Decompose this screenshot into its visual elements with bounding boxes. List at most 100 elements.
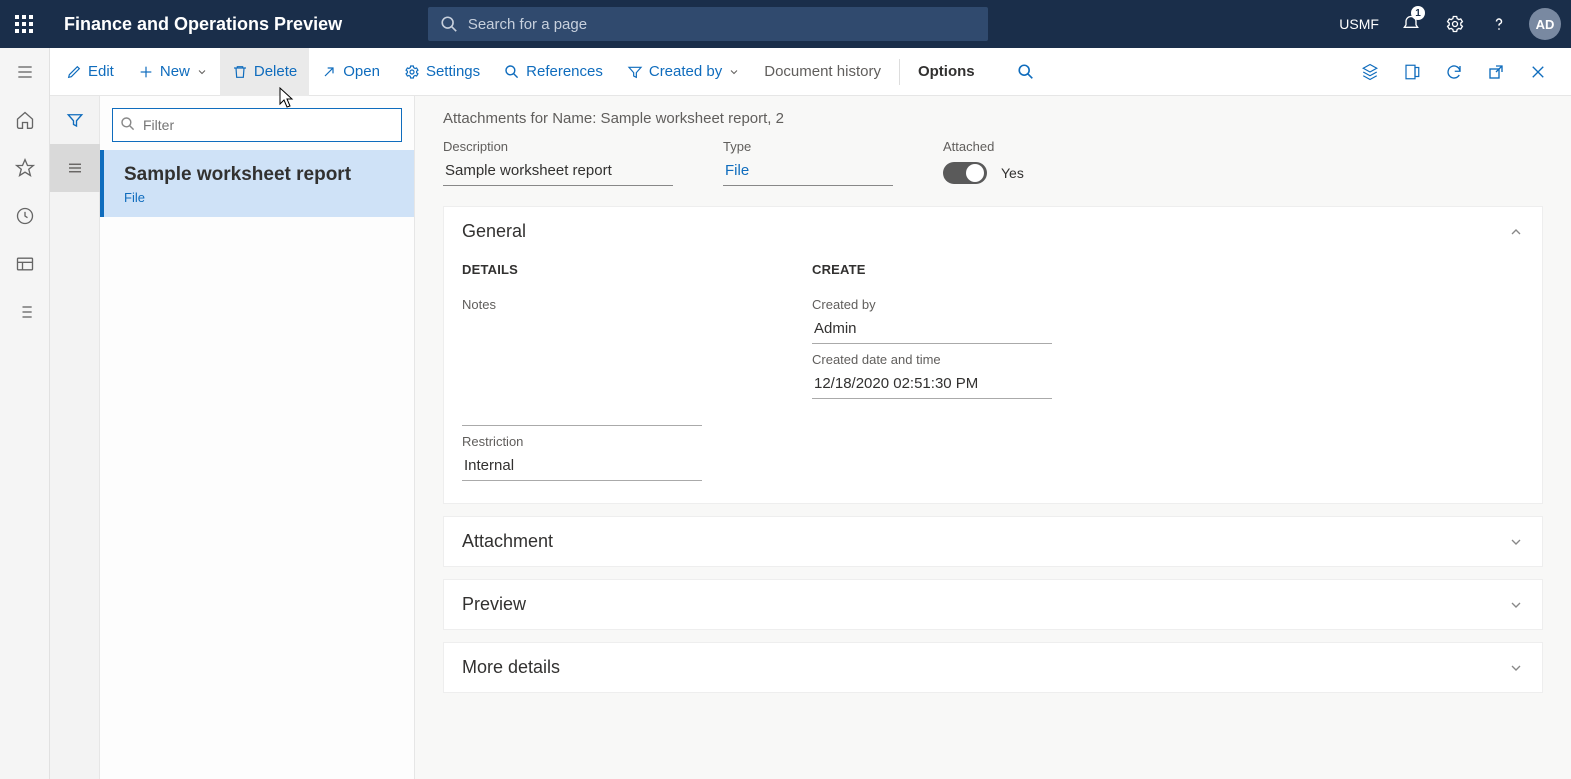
create-column: CREATE Created by Admin Created date and… — [812, 262, 1052, 481]
delete-label: Delete — [254, 63, 297, 80]
create-heading: CREATE — [812, 262, 1052, 277]
new-label: New — [160, 63, 190, 80]
created-dt-value: 12/18/2020 02:51:30 PM — [812, 371, 1052, 399]
description-label: Description — [443, 139, 673, 154]
details-heading: DETAILS — [462, 262, 702, 277]
filter-icon — [627, 64, 643, 80]
close-button[interactable] — [1519, 48, 1557, 96]
open-arrow-icon — [321, 64, 337, 80]
actionbar-right — [1351, 48, 1567, 96]
options-label: Options — [918, 63, 975, 80]
office-button[interactable] — [1393, 48, 1431, 96]
open-button[interactable]: Open — [309, 48, 392, 96]
type-value[interactable]: File — [723, 158, 893, 186]
popout-button[interactable] — [1477, 48, 1515, 96]
company-label[interactable]: USMF — [1339, 16, 1379, 32]
attachment-section: Attachment — [443, 516, 1543, 567]
search-wrap — [428, 7, 988, 41]
filter-mode-button[interactable] — [50, 96, 100, 144]
general-section-header[interactable]: General — [444, 207, 1542, 256]
list-mode-button[interactable] — [50, 144, 100, 192]
notifications-button[interactable]: 1 — [1391, 0, 1431, 48]
more-details-section: More details — [443, 642, 1543, 693]
action-bar: Edit New Delete Open Settings Refere — [50, 48, 1571, 96]
restriction-value[interactable]: Internal — [462, 453, 702, 481]
search-icon — [504, 64, 520, 80]
waffle-icon — [15, 15, 33, 33]
attached-label: Attached — [943, 139, 1024, 154]
view-mode-rail — [50, 96, 100, 779]
page-search-button[interactable] — [1007, 48, 1045, 96]
help-button[interactable] — [1479, 0, 1519, 48]
search-icon — [120, 116, 136, 132]
chevron-down-icon — [1508, 534, 1524, 550]
created-by-button[interactable]: Created by — [615, 48, 752, 96]
delete-button[interactable]: Delete — [220, 48, 309, 96]
gear-icon — [404, 64, 420, 80]
doc-history-label: Document history — [764, 63, 881, 80]
global-search-input[interactable] — [428, 7, 988, 41]
created-dt-label: Created date and time — [812, 352, 1052, 367]
attachment-section-header[interactable]: Attachment — [444, 517, 1542, 566]
notes-label: Notes — [462, 297, 702, 312]
more-details-title: More details — [462, 657, 560, 678]
refresh-button[interactable] — [1435, 48, 1473, 96]
general-body: DETAILS Notes Restriction Internal CREAT… — [444, 256, 1542, 503]
chevron-up-icon — [1508, 224, 1524, 240]
description-field: Description Sample worksheet report — [443, 139, 673, 186]
list-item-title: Sample worksheet report — [124, 164, 398, 186]
notification-badge: 1 — [1411, 6, 1425, 20]
type-label: Type — [723, 139, 893, 154]
chevron-down-icon — [1508, 660, 1524, 676]
details-column: DETAILS Notes Restriction Internal — [462, 262, 702, 481]
notes-input[interactable] — [462, 316, 702, 426]
attachment-title: Attachment — [462, 531, 553, 552]
list-pane: Sample worksheet report File — [100, 96, 415, 779]
summary-fields: Description Sample worksheet report Type… — [443, 139, 1543, 186]
topbar-right: USMF 1 AD — [1339, 0, 1571, 48]
options-button[interactable]: Options — [906, 48, 987, 96]
general-section: General DETAILS Notes Restriction Intern… — [443, 206, 1543, 504]
type-field: Type File — [723, 139, 893, 186]
content-area: Sample worksheet report File Attachments… — [50, 96, 1571, 779]
detail-heading: Attachments for Name: Sample worksheet r… — [443, 110, 1543, 127]
filter-input[interactable] — [112, 108, 402, 142]
attached-value: Yes — [1001, 165, 1024, 181]
settings-label: Settings — [426, 63, 480, 80]
references-button[interactable]: References — [492, 48, 615, 96]
edit-button[interactable]: Edit — [54, 48, 126, 96]
settings-button[interactable] — [1435, 0, 1475, 48]
workspaces-button[interactable] — [0, 240, 50, 288]
list-item[interactable]: Sample worksheet report File — [100, 150, 414, 217]
general-title: General — [462, 221, 526, 242]
new-button[interactable]: New — [126, 48, 220, 96]
created-by-label: Created by — [812, 297, 1052, 312]
hamburger-button[interactable] — [0, 48, 50, 96]
app-launcher-button[interactable] — [0, 0, 48, 48]
app-title: Finance and Operations Preview — [64, 14, 342, 35]
settings-button-bar[interactable]: Settings — [392, 48, 492, 96]
plus-icon — [138, 64, 154, 80]
preview-section-header[interactable]: Preview — [444, 580, 1542, 629]
left-rail — [0, 48, 50, 779]
detail-pane: Attachments for Name: Sample worksheet r… — [415, 96, 1571, 779]
edit-label: Edit — [88, 63, 114, 80]
search-icon — [440, 15, 458, 33]
chevron-down-icon — [728, 66, 740, 78]
favorites-button[interactable] — [0, 144, 50, 192]
document-history-button[interactable]: Document history — [752, 48, 893, 96]
attached-toggle[interactable] — [943, 162, 987, 184]
home-button[interactable] — [0, 96, 50, 144]
attach-button[interactable] — [1351, 48, 1389, 96]
modules-button[interactable] — [0, 288, 50, 336]
open-label: Open — [343, 63, 380, 80]
description-value[interactable]: Sample worksheet report — [443, 158, 673, 186]
user-avatar[interactable]: AD — [1529, 8, 1561, 40]
more-details-section-header[interactable]: More details — [444, 643, 1542, 692]
filter-wrap — [112, 108, 402, 142]
list-item-subtitle: File — [124, 190, 398, 205]
created-by-value: Admin — [812, 316, 1052, 344]
recent-button[interactable] — [0, 192, 50, 240]
references-label: References — [526, 63, 603, 80]
trash-icon — [232, 64, 248, 80]
